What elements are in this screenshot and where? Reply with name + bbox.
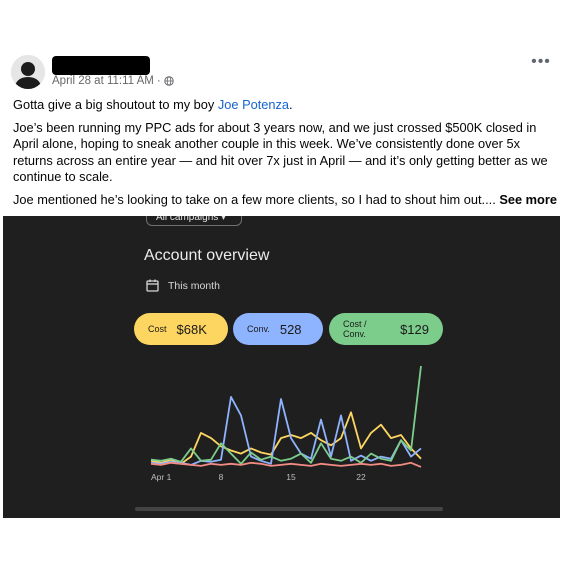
post-meta: April 28 at 11:11 AM ·: [52, 75, 174, 87]
x-tick-label: Apr 1: [151, 472, 172, 482]
post-text-closing: Joe mentioned he’s looking to take on a …: [13, 191, 496, 207]
post-body: Gotta give a big shoutout to my boy Joe …: [13, 97, 558, 214]
post-paragraph: Gotta give a big shoutout to my boy Joe …: [13, 97, 558, 114]
ads-dashboard-image: All campaigns ▾ Account overview This mo…: [3, 216, 560, 518]
post-paragraph: Joe’s been running my PPC ads for about …: [13, 119, 548, 185]
mention-link[interactable]: Joe Potenza: [218, 97, 289, 112]
post-text-intro: Gotta give a big shoutout to my boy: [13, 97, 218, 112]
horizontal-scrollbar[interactable]: [135, 507, 443, 511]
post-paragraph: Joe mentioned he’s looking to take on a …: [13, 192, 558, 209]
avatar[interactable]: [11, 55, 45, 89]
globe-icon: [164, 76, 174, 86]
series-line-3: [150, 365, 422, 465]
see-more-link[interactable]: See more: [499, 192, 557, 207]
timestamp[interactable]: April 28 at 11:11 AM: [52, 75, 154, 87]
more-options-button[interactable]: •••: [531, 54, 551, 72]
profile-photo: [11, 55, 45, 89]
post-text-period: .: [289, 97, 293, 112]
meta-separator: ·: [156, 75, 161, 87]
x-tick-label: 22: [356, 472, 366, 482]
redacted-name: [52, 56, 150, 75]
x-tick-label: 8: [219, 472, 224, 482]
line-chart: Apr 1 8 15 22: [150, 365, 422, 482]
x-tick-label: 15: [286, 472, 296, 482]
series-line-4: [150, 461, 422, 468]
